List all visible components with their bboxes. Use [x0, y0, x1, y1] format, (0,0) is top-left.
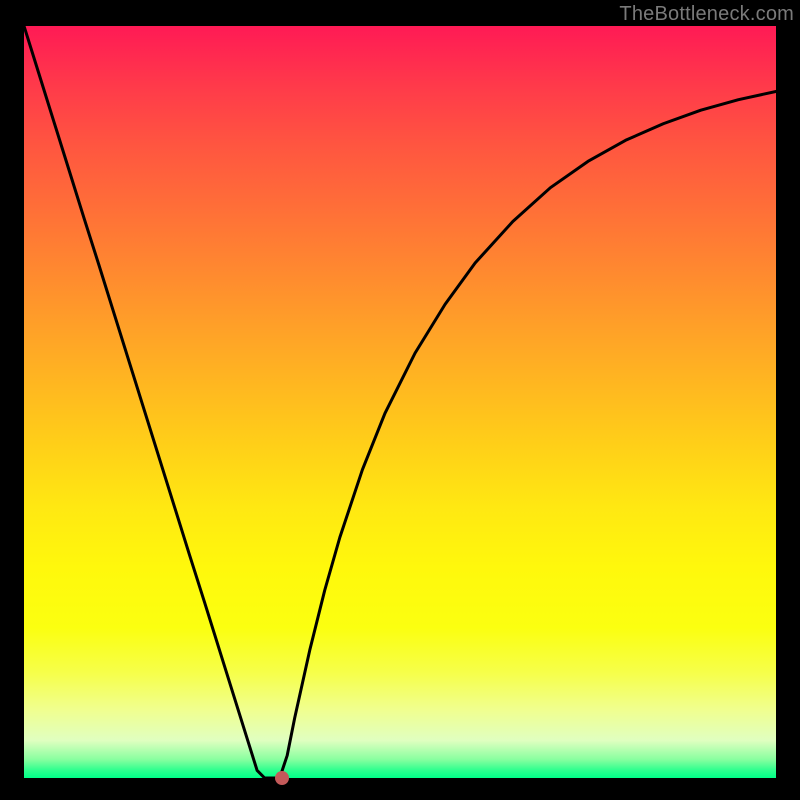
bottleneck-curve	[24, 26, 776, 778]
chart-container: TheBottleneck.com	[0, 0, 800, 800]
bottleneck-marker-dot	[275, 771, 289, 785]
watermark-text: TheBottleneck.com	[619, 3, 794, 26]
plot-area	[24, 26, 776, 778]
